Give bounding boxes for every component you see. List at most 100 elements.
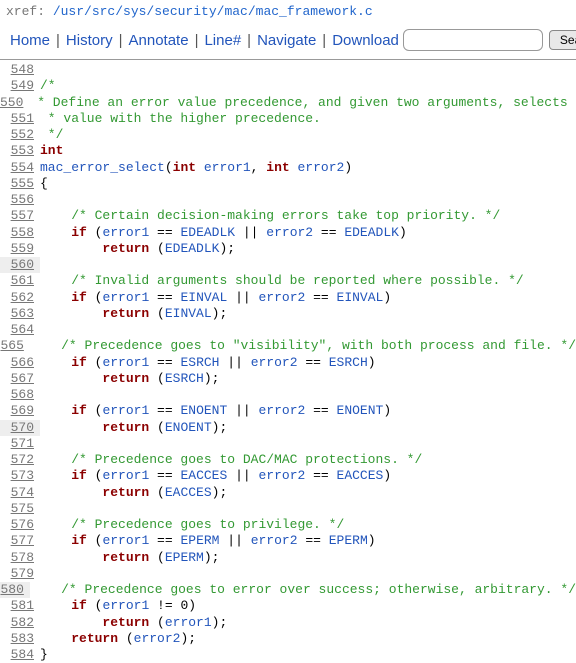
code-line: 559 return (EDEADLK);	[0, 241, 576, 257]
line-number[interactable]: 582	[0, 615, 40, 631]
nav-sep: |	[247, 32, 251, 49]
line-number[interactable]: 574	[0, 485, 40, 501]
line-number[interactable]: 565	[0, 338, 30, 354]
line-number[interactable]: 569	[0, 403, 40, 419]
line-number[interactable]: 578	[0, 550, 40, 566]
code-line: 562 if (error1 == EINVAL || error2 == EI…	[0, 290, 576, 306]
line-number[interactable]: 577	[0, 533, 40, 549]
code-line: 567 return (ESRCH);	[0, 371, 576, 387]
nav-sep: |	[322, 32, 326, 49]
code-text: */	[40, 127, 63, 143]
code-line: 572 /* Precedence goes to DAC/MAC protec…	[0, 452, 576, 468]
code-line: 571	[0, 436, 576, 452]
line-number[interactable]: 558	[0, 225, 40, 241]
code-text: /* Precedence goes to DAC/MAC protection…	[40, 452, 422, 468]
line-number[interactable]: 560	[0, 257, 40, 273]
line-number[interactable]: 573	[0, 468, 40, 484]
code-line: 566 if (error1 == ESRCH || error2 == ESR…	[0, 355, 576, 371]
code-text: return (EPERM);	[40, 550, 219, 566]
code-text: int	[40, 143, 63, 159]
nav-bar: Home | History | Annotate | Line# | Navi…	[0, 23, 576, 60]
line-number[interactable]: 567	[0, 371, 40, 387]
code-line: 565 /* Precedence goes to "visibility", …	[0, 338, 576, 354]
line-number[interactable]: 572	[0, 452, 40, 468]
source-code: 548549/*550 * Define an error value prec…	[0, 60, 576, 663]
line-number[interactable]: 550	[0, 95, 29, 111]
line-number[interactable]: 570	[0, 420, 40, 436]
code-line: 561 /* Invalid arguments should be repor…	[0, 273, 576, 289]
nav-history[interactable]: History	[66, 32, 113, 49]
code-line: 568	[0, 387, 576, 403]
line-number[interactable]: 584	[0, 647, 40, 663]
line-number[interactable]: 554	[0, 160, 40, 176]
code-line: 552 */	[0, 127, 576, 143]
code-line: 570 return (ENOENT);	[0, 420, 576, 436]
line-number[interactable]: 563	[0, 306, 40, 322]
code-line: 554mac_error_select(int error1, int erro…	[0, 160, 576, 176]
line-number[interactable]: 551	[0, 111, 40, 127]
code-line: 550 * Define an error value precedence, …	[0, 95, 576, 111]
code-text: * value with the higher precedence.	[40, 111, 321, 127]
code-line: 574 return (EACCES);	[0, 485, 576, 501]
search-button[interactable]: Search	[549, 30, 576, 50]
line-number[interactable]: 552	[0, 127, 40, 143]
code-text: if (error1 != 0)	[40, 598, 196, 614]
line-number[interactable]: 561	[0, 273, 40, 289]
line-number[interactable]: 583	[0, 631, 40, 647]
line-number[interactable]: 564	[0, 322, 40, 338]
line-number[interactable]: 571	[0, 436, 40, 452]
nav-home[interactable]: Home	[10, 32, 50, 49]
line-number[interactable]: 568	[0, 387, 40, 403]
code-line: 563 return (EINVAL);	[0, 306, 576, 322]
code-line: 549/*	[0, 78, 576, 94]
code-text: if (error1 == ESRCH || error2 == ESRCH)	[40, 355, 376, 371]
code-text: /*	[40, 78, 56, 94]
xref-path-link[interactable]: /usr/src/sys/security/mac/mac_framework.…	[53, 4, 373, 19]
code-text: return (EACCES);	[40, 485, 227, 501]
line-number[interactable]: 562	[0, 290, 40, 306]
line-number[interactable]: 575	[0, 501, 40, 517]
code-text: return (EDEADLK);	[40, 241, 235, 257]
nav-download[interactable]: Download	[332, 32, 399, 49]
code-text: return (ESRCH);	[40, 371, 219, 387]
code-text: return (EINVAL);	[40, 306, 227, 322]
code-line: 579	[0, 566, 576, 582]
code-text: if (error1 == EINVAL || error2 == EINVAL…	[40, 290, 391, 306]
code-line: 580 /* Precedence goes to error over suc…	[0, 582, 576, 598]
code-text: * Define an error value precedence, and …	[29, 95, 576, 111]
line-number[interactable]: 555	[0, 176, 40, 192]
code-line: 578 return (EPERM);	[0, 550, 576, 566]
nav-annotate[interactable]: Annotate	[129, 32, 189, 49]
line-number[interactable]: 548	[0, 62, 40, 78]
code-line: 582 return (error1);	[0, 615, 576, 631]
line-number[interactable]: 559	[0, 241, 40, 257]
code-text: return (ENOENT);	[40, 420, 227, 436]
search-input[interactable]	[403, 29, 543, 51]
line-number[interactable]: 580	[0, 582, 30, 598]
nav-sep: |	[56, 32, 60, 49]
line-number[interactable]: 557	[0, 208, 40, 224]
code-text: /* Precedence goes to error over success…	[30, 582, 576, 598]
code-line: 584}	[0, 647, 576, 663]
code-line: 551 * value with the higher precedence.	[0, 111, 576, 127]
code-text: if (error1 == EDEADLK || error2 == EDEAD…	[40, 225, 407, 241]
code-line: 573 if (error1 == EACCES || error2 == EA…	[0, 468, 576, 484]
line-number[interactable]: 556	[0, 192, 40, 208]
line-number[interactable]: 553	[0, 143, 40, 159]
line-number[interactable]: 566	[0, 355, 40, 371]
code-text: }	[40, 647, 48, 663]
code-text: if (error1 == ENOENT || error2 == ENOENT…	[40, 403, 391, 419]
nav-sep: |	[195, 32, 199, 49]
line-number[interactable]: 581	[0, 598, 40, 614]
code-line: 575	[0, 501, 576, 517]
line-number[interactable]: 579	[0, 566, 40, 582]
code-text: return (error1);	[40, 615, 227, 631]
code-line: 556	[0, 192, 576, 208]
code-text: /* Certain decision-making errors take t…	[40, 208, 500, 224]
nav-line[interactable]: Line#	[204, 32, 241, 49]
nav-navigate[interactable]: Navigate	[257, 32, 316, 49]
code-line: 583 return (error2);	[0, 631, 576, 647]
code-line: 557 /* Certain decision-making errors ta…	[0, 208, 576, 224]
code-line: 548	[0, 62, 576, 78]
line-number[interactable]: 549	[0, 78, 40, 94]
